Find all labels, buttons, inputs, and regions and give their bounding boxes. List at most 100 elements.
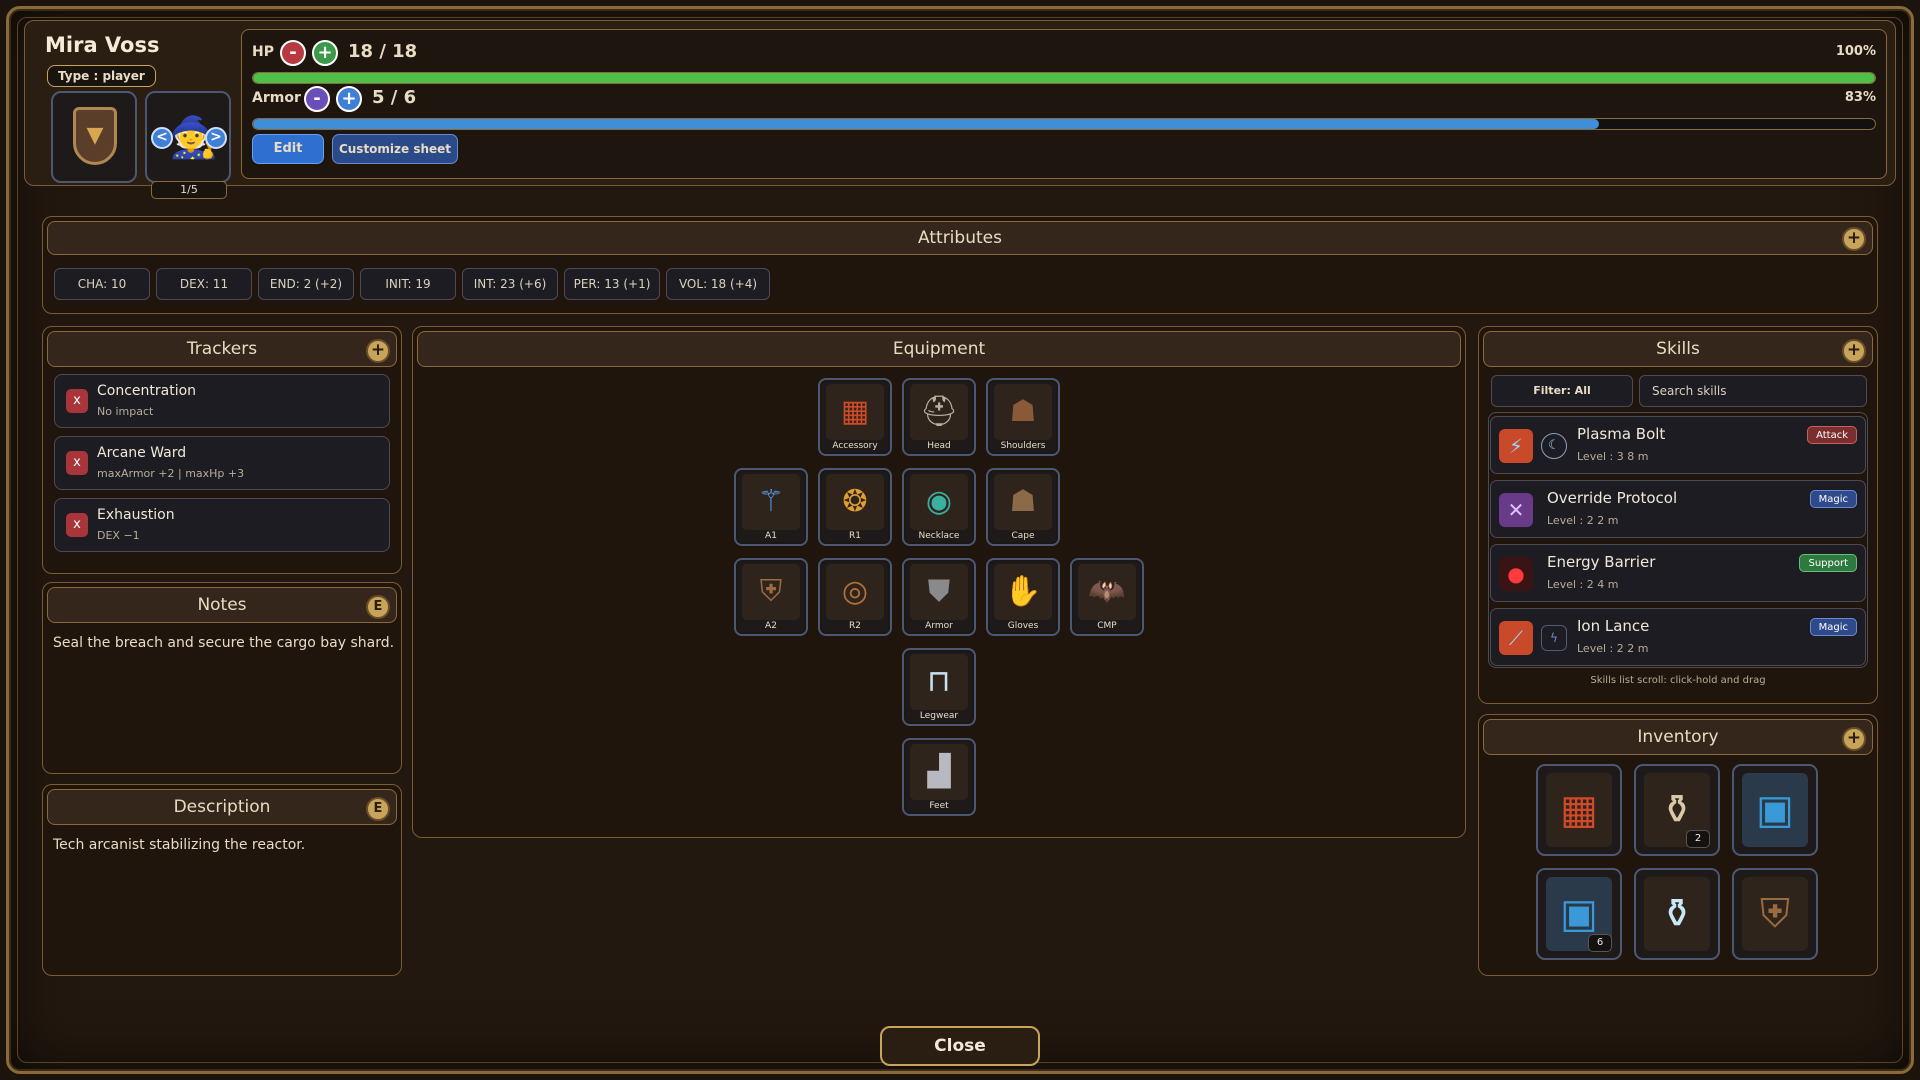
bronze-ring-icon: ◎	[826, 564, 884, 620]
armor-minus-button[interactable]: -	[304, 86, 330, 112]
banner-icon: ▦	[1546, 773, 1612, 847]
equipment-slot-r1[interactable]: ❂ R1	[818, 468, 892, 546]
tracker-detail: DEX −1	[97, 529, 140, 542]
skill-name: Override Protocol	[1547, 489, 1678, 507]
equipment-slot-cmp[interactable]: 🦇 CMP	[1070, 558, 1144, 636]
close-button[interactable]: Close	[880, 1026, 1040, 1066]
portrait-next-button[interactable]: >	[205, 127, 227, 149]
attribute-dex[interactable]: DEX: 11	[156, 268, 252, 300]
necklace-orb-icon: ◉	[910, 474, 968, 530]
attribute-per[interactable]: PER: 13 (+1)	[564, 268, 660, 300]
trackers-title: Trackers	[186, 339, 258, 359]
tracker-card[interactable]: x Exhaustion DEX −1	[54, 498, 390, 552]
notes-text: Seal the breach and secure the cargo bay…	[53, 635, 395, 651]
attributes-header: Attributes +	[47, 221, 1873, 255]
skill-name: Energy Barrier	[1547, 553, 1656, 571]
equipment-slot-armor[interactable]: ⛊ Armor	[902, 558, 976, 636]
attribute-int[interactable]: INT: 23 (+6)	[462, 268, 558, 300]
tracker-detail: maxArmor +2 | maxHp +3	[97, 467, 245, 480]
add-skill-button[interactable]: +	[1842, 339, 1866, 363]
add-attribute-button[interactable]: +	[1842, 227, 1866, 251]
inventory-slot[interactable]: ▣ 6	[1536, 868, 1622, 960]
shield-paw-icon: ⛨	[742, 564, 800, 620]
equipment-slot-accessory[interactable]: ▦ Accessory	[818, 378, 892, 456]
notes-panel: Notes E Seal the breach and secure the c…	[42, 582, 402, 774]
description-panel: Description E Tech arcanist stabilizing …	[42, 784, 402, 976]
add-tracker-button[interactable]: +	[366, 339, 390, 363]
tracker-name: Arcane Ward	[97, 445, 187, 461]
moon-icon: ☾	[1541, 433, 1567, 459]
class-emblem: ▼	[51, 91, 137, 183]
remove-tracker-button[interactable]: x	[66, 451, 88, 475]
shield-emblem-icon: ▼	[73, 107, 117, 165]
description-header: Description E	[47, 789, 397, 825]
skill-name: Plasma Bolt	[1577, 425, 1666, 443]
inventory-slot[interactable]: ▦	[1536, 764, 1622, 856]
inventory-slot[interactable]: ⚱	[1634, 868, 1720, 960]
equipment-slot-shoulders[interactable]: ☗ Shoulders	[986, 378, 1060, 456]
skill-row[interactable]: ● Energy Barrier Level : 2 4 m Support	[1490, 544, 1866, 602]
attribute-init[interactable]: INIT: 19	[360, 268, 456, 300]
tracker-detail: No impact	[97, 405, 154, 418]
feather-bottle-icon: ⚱	[1644, 877, 1710, 951]
edit-notes-button[interactable]: E	[366, 595, 390, 619]
notes-header: Notes E	[47, 587, 397, 623]
inventory-slot[interactable]: ▣	[1732, 764, 1818, 856]
inventory-slot[interactable]: ⛨	[1732, 868, 1818, 960]
attribute-end[interactable]: END: 2 (+2)	[258, 268, 354, 300]
crossed-blades-icon: ✕	[1499, 493, 1533, 527]
attribute-cha[interactable]: CHA: 10	[54, 268, 150, 300]
spark-icon: ϟ	[1541, 625, 1567, 651]
equipment-slot-cape[interactable]: ☗ Cape	[986, 468, 1060, 546]
customize-sheet-button[interactable]: Customize sheet	[332, 134, 458, 164]
equipment-slot-r2[interactable]: ◎ R2	[818, 558, 892, 636]
equipment-slot-a2[interactable]: ⛨ A2	[734, 558, 808, 636]
skill-level: Level : 2 2 m	[1577, 642, 1649, 655]
hp-percent: 100%	[1835, 44, 1876, 59]
inventory-title: Inventory	[1637, 727, 1719, 747]
legwear-icon: ⊓	[910, 654, 968, 710]
skill-row[interactable]: ⟋ ϟ Ion Lance Level : 2 2 m Magic	[1490, 608, 1866, 666]
wizard-portrait-icon: 🧙	[169, 115, 219, 161]
ion-lance-icon: ⟋	[1499, 621, 1533, 655]
armor-label: Armor	[252, 90, 301, 106]
equipment-slot-legwear[interactable]: ⊓ Legwear	[902, 648, 976, 726]
skill-tag: Magic	[1809, 490, 1857, 508]
add-inventory-button[interactable]: +	[1842, 727, 1866, 751]
item-quantity: 6	[1588, 934, 1612, 952]
armor-plus-button[interactable]: +	[336, 86, 362, 112]
hp-bar-track	[252, 72, 1876, 84]
tracker-card[interactable]: x Arcane Ward maxArmor +2 | maxHp +3	[54, 436, 390, 490]
skill-level: Level : 2 4 m	[1547, 578, 1619, 591]
shield-paw-icon: ⛨	[1742, 877, 1808, 951]
portrait-frame: 🧙 < >	[145, 91, 231, 183]
equipment-slot-feet[interactable]: ▟ Feet	[902, 738, 976, 816]
equipment-slot-gloves[interactable]: ✋ Gloves	[986, 558, 1060, 636]
hp-minus-button[interactable]: -	[280, 40, 306, 66]
edit-button[interactable]: Edit	[252, 134, 324, 164]
attribute-vol[interactable]: VOL: 18 (+4)	[666, 268, 770, 300]
inventory-slot[interactable]: ⚱ 2	[1634, 764, 1720, 856]
bat-companion-icon: 🦇	[1078, 564, 1136, 620]
skill-level: Level : 3 8 m	[1577, 450, 1649, 463]
equipment-slot-head[interactable]: ⛑ Head	[902, 378, 976, 456]
skills-search-input[interactable]: Search skills	[1639, 375, 1867, 407]
skills-filter-button[interactable]: Filter: All	[1491, 375, 1633, 407]
stats-box: HP - + 18 / 18 100% Armor - + 5 / 6 83% …	[241, 29, 1887, 179]
plasma-bolt-icon: ⚡	[1499, 429, 1533, 463]
skills-header: Skills +	[1483, 331, 1873, 367]
character-name: Mira Voss	[45, 33, 160, 57]
portrait-prev-button[interactable]: <	[151, 127, 173, 149]
armor-value: 5 / 6	[372, 87, 417, 108]
skill-row[interactable]: ⚡ ☾ Plasma Bolt Level : 3 8 m Attack	[1490, 416, 1866, 474]
remove-tracker-button[interactable]: x	[66, 389, 88, 413]
skill-row[interactable]: ✕ Override Protocol Level : 2 2 m Magic	[1490, 480, 1866, 538]
edit-description-button[interactable]: E	[366, 797, 390, 821]
tracker-name: Exhaustion	[97, 507, 175, 523]
equipment-slot-a1[interactable]: ⚚ A1	[734, 468, 808, 546]
equipment-slot-necklace[interactable]: ◉ Necklace	[902, 468, 976, 546]
description-title: Description	[173, 797, 271, 817]
remove-tracker-button[interactable]: x	[66, 513, 88, 537]
hp-plus-button[interactable]: +	[312, 40, 338, 66]
tracker-card[interactable]: x Concentration No impact	[54, 374, 390, 428]
